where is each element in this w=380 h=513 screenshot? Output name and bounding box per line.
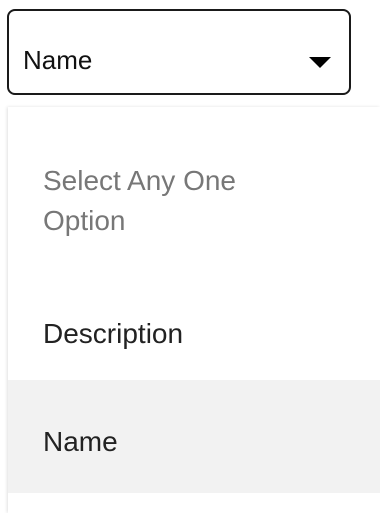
menu-placeholder: Select Any One Option <box>43 165 237 236</box>
option-description[interactable]: Description <box>8 314 380 374</box>
field-select[interactable]: Name <box>7 9 351 95</box>
dropdown-menu: Select Any One Option Description Name <box>8 107 380 513</box>
selected-value: Name <box>23 45 93 75</box>
caret-down-icon[interactable] <box>309 57 331 68</box>
option-name[interactable]: Name <box>8 380 380 493</box>
